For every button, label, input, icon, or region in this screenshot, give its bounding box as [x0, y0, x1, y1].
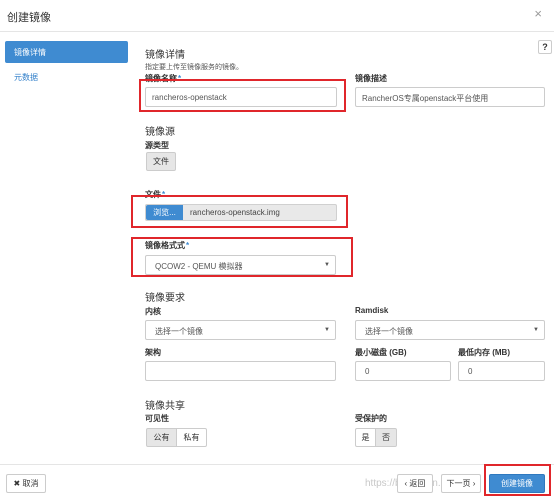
sidebar-item-image-details[interactable]: 镜像详情 — [5, 41, 128, 63]
min-disk-input[interactable]: 0 — [355, 361, 451, 381]
section-title-source: 镜像源 — [145, 127, 175, 138]
visibility-label: 可见性 — [145, 414, 169, 423]
kernel-select[interactable]: 选择一个镜像 ▼ — [145, 320, 336, 340]
close-icon[interactable]: × — [534, 7, 542, 20]
section-title-requirements: 镜像要求 — [145, 293, 185, 304]
protected-no-button[interactable]: 否 — [375, 428, 397, 447]
kernel-select-value: 选择一个镜像 — [155, 327, 203, 336]
highlight-box-format — [131, 237, 353, 277]
min-disk-label: 最小磁盘 (GB) — [355, 348, 407, 357]
section-title-details: 镜像详情 — [145, 50, 185, 61]
ramdisk-select-value: 选择一个镜像 — [365, 327, 413, 336]
sidebar-item-metadata[interactable]: 元数据 — [5, 66, 128, 88]
source-type-label: 源类型 — [145, 141, 169, 150]
highlight-box-name — [139, 79, 346, 112]
section-title-sharing: 镜像共享 — [145, 401, 185, 412]
chevron-down-icon: ▼ — [533, 327, 539, 333]
back-button[interactable]: ‹ 返回 — [397, 474, 433, 493]
ramdisk-label: Ramdisk — [355, 306, 389, 315]
dialog-title: 创建镜像 — [7, 12, 51, 24]
help-icon[interactable]: ? — [538, 40, 552, 54]
min-ram-label: 最低内存 (MB) — [458, 348, 510, 357]
visibility-private-button[interactable]: 私有 — [176, 428, 207, 447]
image-desc-label: 镜像描述 — [355, 74, 387, 83]
highlight-box-create — [484, 464, 551, 496]
image-desc-input[interactable]: RancherOS专属openstack平台使用 — [355, 87, 545, 107]
sidebar: 镜像详情 元数据 — [0, 32, 136, 464]
protected-yes-button[interactable]: 是 — [355, 428, 376, 447]
visibility-public-button[interactable]: 公有 — [146, 428, 177, 447]
min-ram-input[interactable]: 0 — [458, 361, 545, 381]
kernel-label: 内核 — [145, 307, 161, 316]
source-type-file-button[interactable]: 文件 — [146, 152, 176, 171]
chevron-down-icon: ▼ — [324, 327, 330, 333]
dialog-header: 创建镜像 × — [0, 0, 554, 32]
ramdisk-select[interactable]: 选择一个镜像 ▼ — [355, 320, 545, 340]
highlight-box-file — [131, 195, 348, 228]
architecture-label: 架构 — [145, 348, 161, 357]
next-button[interactable]: 下一页 › — [441, 474, 481, 493]
architecture-input[interactable] — [145, 361, 336, 381]
cancel-button[interactable]: ✖ 取消 — [6, 474, 46, 493]
details-hint: 指定要上传至镜像服务的镜像。 — [145, 64, 243, 71]
protected-label: 受保护的 — [355, 414, 387, 423]
